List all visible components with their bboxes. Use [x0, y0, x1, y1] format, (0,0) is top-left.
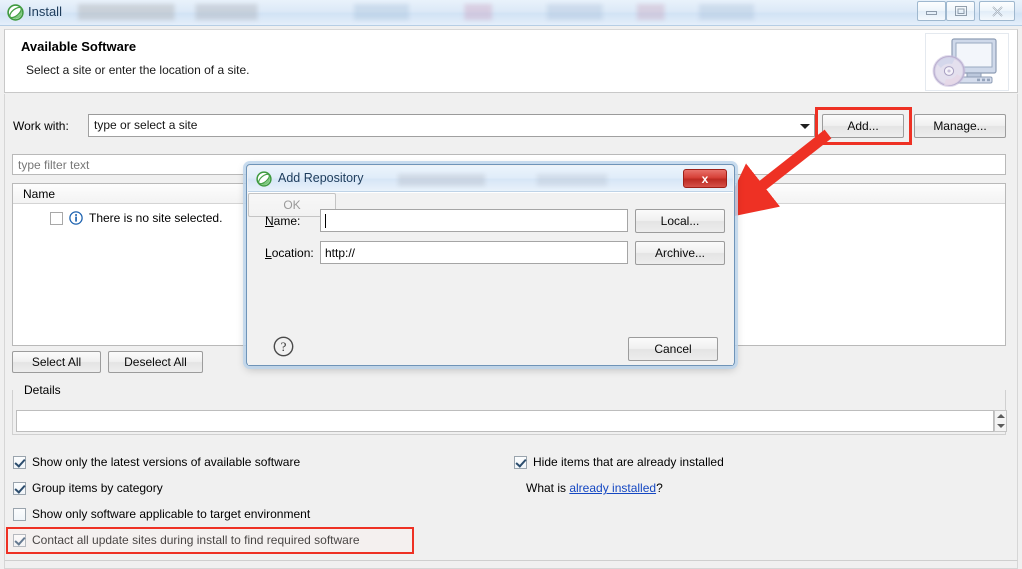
local-button-label: Local...	[660, 214, 700, 228]
eclipse-icon	[7, 4, 24, 21]
checkbox-contact-update-sites[interactable]	[13, 533, 26, 547]
whatis-prefix: What is	[526, 481, 570, 495]
help-question-icon[interactable]: ?	[273, 336, 294, 357]
minimize-glyph	[926, 11, 937, 15]
cancel-button[interactable]: Cancel	[628, 337, 718, 361]
monitor-with-disc-icon	[925, 33, 1009, 91]
location-field[interactable]: http://	[320, 241, 628, 264]
option-label: Show only the latest versions of availab…	[32, 455, 301, 469]
eclipse-icon	[256, 171, 272, 187]
cancel-button-label: Cancel	[654, 342, 692, 356]
option-label: Contact all update sites during install …	[32, 533, 360, 547]
close-icon[interactable]	[979, 1, 1015, 21]
dialog-title: Add Repository	[278, 171, 364, 185]
what-is-already-installed-line: What is already installed?	[526, 481, 663, 495]
row-label: There is no site selected.	[89, 211, 223, 225]
name-field[interactable]	[320, 209, 628, 232]
dialog-body: Name: Location: http:// Local... Archive…	[248, 192, 733, 365]
chevron-down-icon[interactable]	[800, 124, 810, 129]
name-label: Name:	[265, 214, 301, 228]
whatis-suffix: ?	[656, 481, 663, 495]
page-title: Available Software	[21, 39, 137, 54]
deselect-all-button[interactable]: Deselect All	[108, 351, 203, 373]
svg-text:?: ?	[281, 339, 287, 354]
wizard-header: Available Software Select a site or ente…	[4, 29, 1018, 93]
option-label: Group items by category	[32, 481, 163, 495]
location-label: Location:	[265, 246, 314, 260]
page-subtitle: Select a site or enter the location of a…	[26, 63, 250, 77]
checkbox-group-by-category[interactable]	[13, 481, 26, 495]
checkbox-target-environment[interactable]	[13, 507, 26, 521]
window-bottom-strip	[4, 560, 1018, 569]
spinner-up-icon[interactable]	[996, 414, 1005, 418]
spinner-down-icon[interactable]	[996, 424, 1005, 428]
local-button[interactable]: Local...	[635, 209, 725, 233]
manage-button[interactable]: Manage...	[914, 114, 1006, 138]
minimize-icon[interactable]	[917, 1, 946, 21]
option-label: Show only software applicable to target …	[32, 507, 311, 521]
filter-placeholder: type filter text	[18, 158, 90, 172]
add-repository-dialog: Add Repository x Name: Location: http://…	[246, 164, 735, 366]
titlebar-background-blur	[78, 4, 768, 20]
option-hide-installed[interactable]: Hide items that are already installed	[514, 455, 724, 469]
close-glyph	[991, 5, 1003, 17]
dialog-titlebar-blur	[398, 174, 688, 186]
dialog-titlebar: Add Repository x	[248, 166, 733, 192]
archive-button[interactable]: Archive...	[635, 241, 725, 265]
add-button[interactable]: Add...	[822, 114, 904, 138]
details-field	[16, 410, 994, 432]
checkbox-hide-installed[interactable]	[514, 455, 527, 469]
checkbox-show-latest-versions[interactable]	[13, 455, 26, 469]
archive-button-label: Archive...	[654, 246, 705, 260]
install-wizard-window: Install Available Software Select a site…	[0, 0, 1022, 569]
select-all-button[interactable]: Select All	[12, 351, 101, 373]
option-target-environment[interactable]: Show only software applicable to target …	[13, 507, 310, 521]
work-with-label: Work with:	[13, 119, 69, 133]
work-with-combo[interactable]: type or select a site	[88, 114, 815, 137]
info-icon	[69, 211, 83, 225]
already-installed-link[interactable]: already installed	[569, 481, 656, 495]
work-with-input[interactable]: type or select a site	[94, 118, 784, 132]
window-titlebar: Install	[0, 0, 1022, 26]
column-header-name[interactable]: Name	[23, 187, 55, 201]
maximize-icon[interactable]	[946, 1, 975, 21]
option-label: Hide items that are already installed	[533, 455, 724, 469]
option-group-by-category[interactable]: Group items by category	[13, 481, 163, 495]
text-caret	[325, 213, 326, 228]
dialog-close-icon[interactable]: x	[683, 169, 727, 188]
details-legend: Details	[20, 383, 65, 397]
option-show-latest-versions[interactable]: Show only the latest versions of availab…	[13, 455, 300, 469]
details-scroll-spinner[interactable]	[994, 410, 1007, 432]
window-title: Install	[28, 4, 62, 19]
row-checkbox[interactable]	[50, 211, 63, 225]
option-contact-update-sites[interactable]: Contact all update sites during install …	[13, 533, 360, 547]
maximize-glyph	[954, 6, 967, 16]
